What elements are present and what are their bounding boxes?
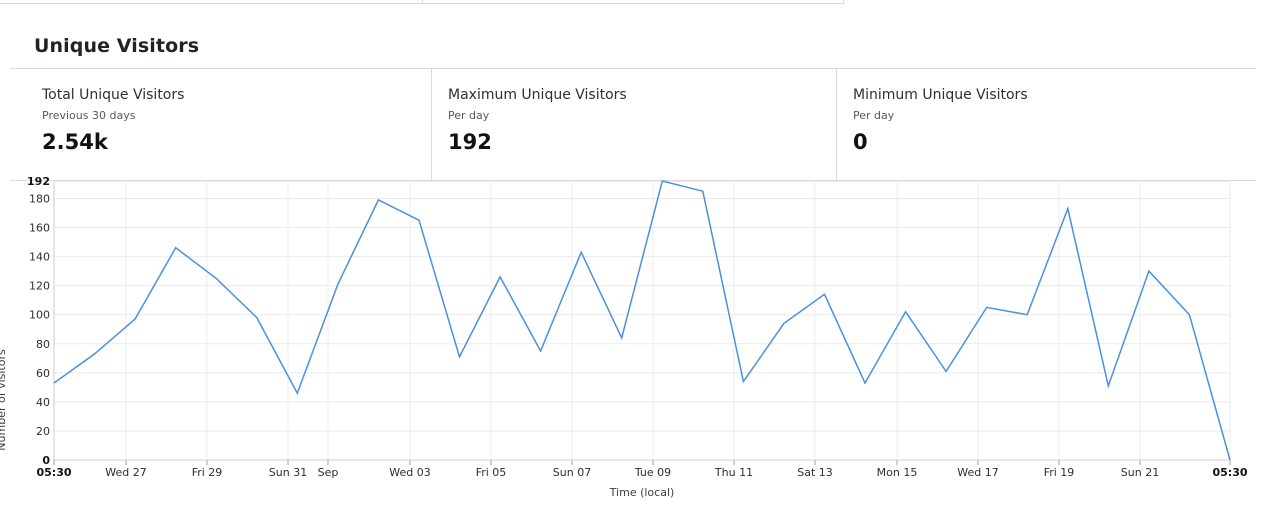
y-tick-label: 100 [29, 309, 50, 322]
x-tick-label: Sat 13 [797, 466, 833, 479]
stat-value: 0 [853, 130, 868, 154]
y-tick-label: 120 [29, 280, 50, 293]
x-tick-label: Tue 09 [634, 466, 671, 479]
series-line [53, 180, 1231, 461]
panel-title: Unique Visitors [34, 35, 200, 57]
stat-value: 2.54k [42, 130, 108, 154]
stat-maximum-unique-visitors: Maximum Unique Visitors Per day 192 [431, 69, 836, 180]
x-tick-label: Sun 21 [1121, 466, 1159, 479]
top-panel-edge [0, 0, 844, 4]
chart-grid [53, 180, 1231, 465]
x-tick-label: Fri 05 [476, 466, 507, 479]
x-tick-label: Sun 31 [269, 466, 307, 479]
y-axis-title: Number of visitors [0, 349, 8, 451]
x-tick-label: Wed 17 [957, 466, 998, 479]
y-tick-label: 40 [36, 396, 50, 409]
x-axis-ticks: 05:30 Wed 27 Fri 29 Sun 31 Sep Wed 03 Fri 05 Su… [36, 466, 1247, 479]
x-tick-label: 05:30 [36, 466, 71, 479]
x-axis-title: Time (local) [609, 486, 675, 499]
stat-label: Maximum Unique Visitors [448, 87, 627, 103]
stats-row: Total Unique Visitors Previous 30 days 2… [10, 68, 1256, 181]
y-tick-label: 180 [29, 192, 50, 205]
stat-minimum-unique-visitors: Minimum Unique Visitors Per day 0 [836, 69, 1256, 180]
stat-label: Minimum Unique Visitors [853, 87, 1028, 103]
stat-total-unique-visitors: Total Unique Visitors Previous 30 days 2… [10, 69, 431, 180]
stat-value: 192 [448, 130, 492, 154]
y-tick-label: 20 [36, 425, 50, 438]
y-tick-label: 160 [29, 222, 50, 235]
unique-visitors-line-chart: 020406080100120140160180192 05:30 Wed 27 F… [0, 175, 1248, 499]
x-tick-label: 05:30 [1212, 466, 1247, 479]
x-tick-label: Wed 27 [105, 466, 146, 479]
stat-subtitle: Per day [448, 109, 490, 122]
y-axis-ticks: 020406080100120140160180192 [27, 175, 50, 467]
x-tick-label: Sep [318, 466, 339, 479]
x-tick-label: Wed 03 [389, 466, 430, 479]
x-tick-label: Fri 29 [192, 466, 223, 479]
y-tick-label: 80 [36, 338, 50, 351]
stat-subtitle: Per day [853, 109, 895, 122]
x-tick-label: Sun 07 [553, 466, 591, 479]
x-tick-label: Fri 19 [1044, 466, 1075, 479]
stat-label: Total Unique Visitors [42, 87, 185, 103]
x-tick-label: Thu 11 [714, 466, 753, 479]
y-tick-label: 60 [36, 367, 50, 380]
x-tick-label: Mon 15 [877, 466, 918, 479]
y-tick-label: 140 [29, 251, 50, 264]
stat-subtitle: Previous 30 days [42, 109, 136, 122]
y-tick-label: 192 [27, 175, 50, 188]
top-panel-divider [422, 0, 423, 3]
